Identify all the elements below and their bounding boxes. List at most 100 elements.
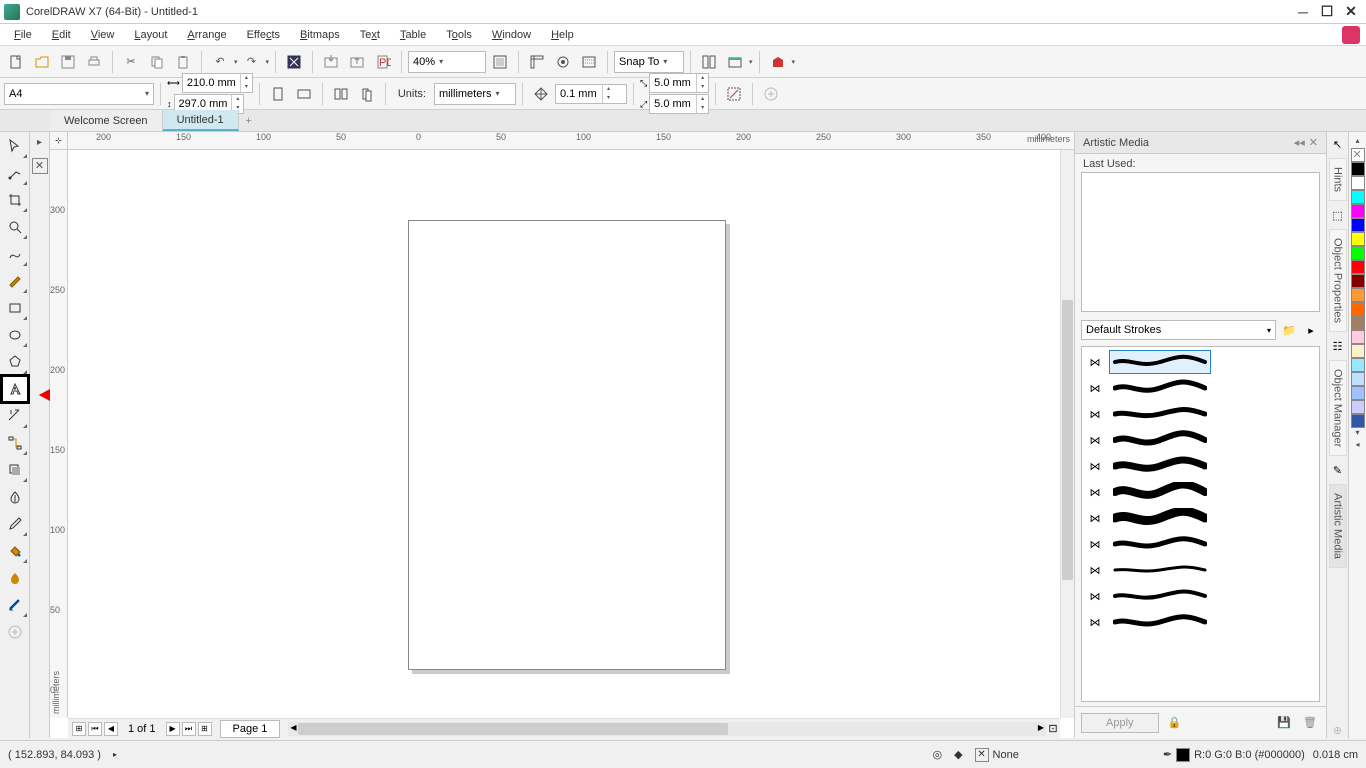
stroke-item[interactable]: ⋈ bbox=[1084, 609, 1317, 635]
ruler-origin[interactable]: ⊹ bbox=[50, 132, 68, 150]
stroke-item[interactable]: ⋈ bbox=[1084, 557, 1317, 583]
portrait-icon[interactable] bbox=[266, 82, 290, 106]
add-docker-icon[interactable]: ⊕ bbox=[1330, 722, 1346, 738]
welcome-icon[interactable] bbox=[766, 50, 790, 74]
docker-collapse-icon[interactable]: ◂◂ bbox=[1294, 136, 1305, 149]
no-color-icon[interactable]: ✕ bbox=[32, 158, 48, 174]
menu-table[interactable]: Table bbox=[390, 27, 436, 43]
transparency-tool[interactable] bbox=[3, 485, 27, 509]
menu-tools[interactable]: Tools bbox=[436, 27, 482, 43]
menu-text[interactable]: Text bbox=[350, 27, 390, 43]
lock-icon[interactable]: 🔒 bbox=[1165, 713, 1185, 733]
color-swatch[interactable] bbox=[1351, 288, 1365, 302]
show-rulers-icon[interactable] bbox=[525, 50, 549, 74]
save-icon[interactable] bbox=[56, 50, 80, 74]
dup-y-input[interactable]: 5.0 mm▴▾ bbox=[649, 94, 709, 114]
vertical-ruler[interactable]: 300 250 200 150 100 50 0 millimeters bbox=[50, 150, 68, 718]
color-swatch[interactable] bbox=[1351, 386, 1365, 400]
page-width-input[interactable]: 210.0 mm▴▾ bbox=[182, 73, 253, 93]
import-icon[interactable] bbox=[319, 50, 343, 74]
status-flyout-icon[interactable]: ▸ bbox=[113, 750, 117, 759]
show-guidelines-icon[interactable] bbox=[577, 50, 601, 74]
menu-layout[interactable]: Layout bbox=[124, 27, 177, 43]
smart-fill-tool[interactable] bbox=[3, 566, 27, 590]
stroke-item[interactable]: ⋈ bbox=[1084, 505, 1317, 531]
last-page-icon[interactable]: ⏭ bbox=[182, 722, 196, 736]
apply-button[interactable]: Apply bbox=[1081, 713, 1159, 733]
palette-flyout-icon[interactable]: ◂ bbox=[1351, 440, 1365, 452]
add-page-icon[interactable]: ⊞ bbox=[72, 722, 86, 736]
tab-artistic-media[interactable]: Artistic Media bbox=[1329, 484, 1347, 568]
delete-stroke-icon[interactable]: 🗑 bbox=[1300, 713, 1320, 733]
new-file-icon[interactable] bbox=[4, 50, 28, 74]
stroke-item[interactable]: ⋈ bbox=[1084, 479, 1317, 505]
object-props-icon[interactable]: ⬚ bbox=[1330, 207, 1346, 223]
zoom-combo[interactable]: 40%▾ bbox=[408, 51, 486, 73]
ellipse-tool[interactable] bbox=[3, 323, 27, 347]
snap-to-combo[interactable]: Snap To▾ bbox=[614, 51, 684, 73]
pick-pointer-icon[interactable]: ▸ bbox=[32, 134, 48, 150]
stroke-item[interactable]: ⋈ bbox=[1084, 427, 1317, 453]
color-swatch[interactable] bbox=[1351, 162, 1365, 176]
fill-none-icon[interactable]: ✕ bbox=[975, 748, 989, 762]
object-manager-icon[interactable]: ☷ bbox=[1330, 338, 1346, 354]
menu-view[interactable]: View bbox=[81, 27, 125, 43]
stroke-item[interactable]: ⋈ bbox=[1084, 375, 1317, 401]
minimize-icon[interactable]: ─ bbox=[1292, 3, 1314, 21]
menu-arrange[interactable]: Arrange bbox=[177, 27, 236, 43]
paste-icon[interactable] bbox=[171, 50, 195, 74]
tab-welcome[interactable]: Welcome Screen bbox=[50, 110, 163, 131]
quick-customize-icon[interactable] bbox=[3, 620, 27, 644]
drop-shadow-tool[interactable] bbox=[3, 458, 27, 482]
category-combo[interactable]: Default Strokes▾ bbox=[1081, 320, 1276, 340]
stroke-list[interactable]: ⋈ ⋈ ⋈ ⋈ ⋈ ⋈ ⋈ ⋈ ⋈ ⋈ ⋈ bbox=[1081, 346, 1320, 702]
drawing-area[interactable] bbox=[68, 150, 1060, 718]
units-combo[interactable]: millimeters▾ bbox=[434, 83, 516, 105]
page-tab[interactable]: Page 1 bbox=[220, 720, 281, 738]
horizontal-scrollbar[interactable]: ◀▶ bbox=[288, 722, 1046, 736]
stroke-item[interactable]: ⋈ bbox=[1084, 583, 1317, 609]
connector-tool[interactable] bbox=[3, 431, 27, 455]
horizontal-ruler[interactable]: 200 150 100 50 0 50 100 150 200 250 300 … bbox=[68, 132, 1074, 150]
docker-close-icon[interactable]: ✕ bbox=[1309, 136, 1318, 149]
color-swatch[interactable] bbox=[1351, 260, 1365, 274]
fullscreen-preview-icon[interactable] bbox=[488, 50, 512, 74]
color-swatch[interactable] bbox=[1351, 302, 1365, 316]
navigator-icon[interactable]: ⊡ bbox=[1046, 722, 1060, 735]
color-proof-icon[interactable]: ◆ bbox=[954, 748, 962, 761]
text-tool[interactable] bbox=[3, 377, 27, 401]
parallel-dimension-tool[interactable] bbox=[3, 404, 27, 428]
tab-object-properties[interactable]: Object Properties bbox=[1329, 229, 1347, 332]
palette-up-icon[interactable]: ▴ bbox=[1351, 136, 1365, 148]
dup-x-input[interactable]: 5.0 mm▴▾ bbox=[649, 73, 709, 93]
color-swatch[interactable] bbox=[1351, 400, 1365, 414]
menu-window[interactable]: Window bbox=[482, 27, 541, 43]
nudge-input[interactable]: 0.1 mm▴▾ bbox=[555, 84, 627, 104]
artistic-media-icon[interactable]: ✎ bbox=[1330, 462, 1346, 478]
interactive-fill-tool[interactable] bbox=[3, 539, 27, 563]
artistic-media-tool[interactable] bbox=[3, 269, 27, 293]
color-swatch[interactable] bbox=[1351, 330, 1365, 344]
maximize-icon[interactable]: ☐ bbox=[1316, 3, 1338, 21]
user-account-icon[interactable] bbox=[1342, 26, 1360, 44]
page-size-combo[interactable]: A4▾ bbox=[4, 83, 154, 105]
more-options-icon[interactable]: ▸ bbox=[1302, 321, 1320, 339]
redo-icon[interactable]: ↷ bbox=[240, 50, 264, 74]
browse-folder-icon[interactable]: 📁 bbox=[1280, 321, 1298, 339]
color-swatch[interactable] bbox=[1351, 204, 1365, 218]
object-info-icon[interactable]: ◎ bbox=[932, 748, 942, 761]
open-file-icon[interactable] bbox=[30, 50, 54, 74]
stroke-item[interactable]: ⋈ bbox=[1084, 349, 1317, 375]
add-page-after-icon[interactable]: ⊞ bbox=[198, 722, 212, 736]
prev-page-icon[interactable]: ◀ bbox=[104, 722, 118, 736]
copy-icon[interactable] bbox=[145, 50, 169, 74]
search-content-icon[interactable] bbox=[282, 50, 306, 74]
print-icon[interactable] bbox=[82, 50, 106, 74]
menu-edit[interactable]: Edit bbox=[42, 27, 81, 43]
stroke-item[interactable]: ⋈ bbox=[1084, 401, 1317, 427]
undo-icon[interactable]: ↶ bbox=[208, 50, 232, 74]
freehand-tool[interactable] bbox=[3, 242, 27, 266]
cut-icon[interactable]: ✂ bbox=[119, 50, 143, 74]
docker-header[interactable]: Artistic Media ◂◂✕ bbox=[1075, 132, 1326, 154]
palette-down-icon[interactable]: ▾ bbox=[1351, 428, 1365, 440]
